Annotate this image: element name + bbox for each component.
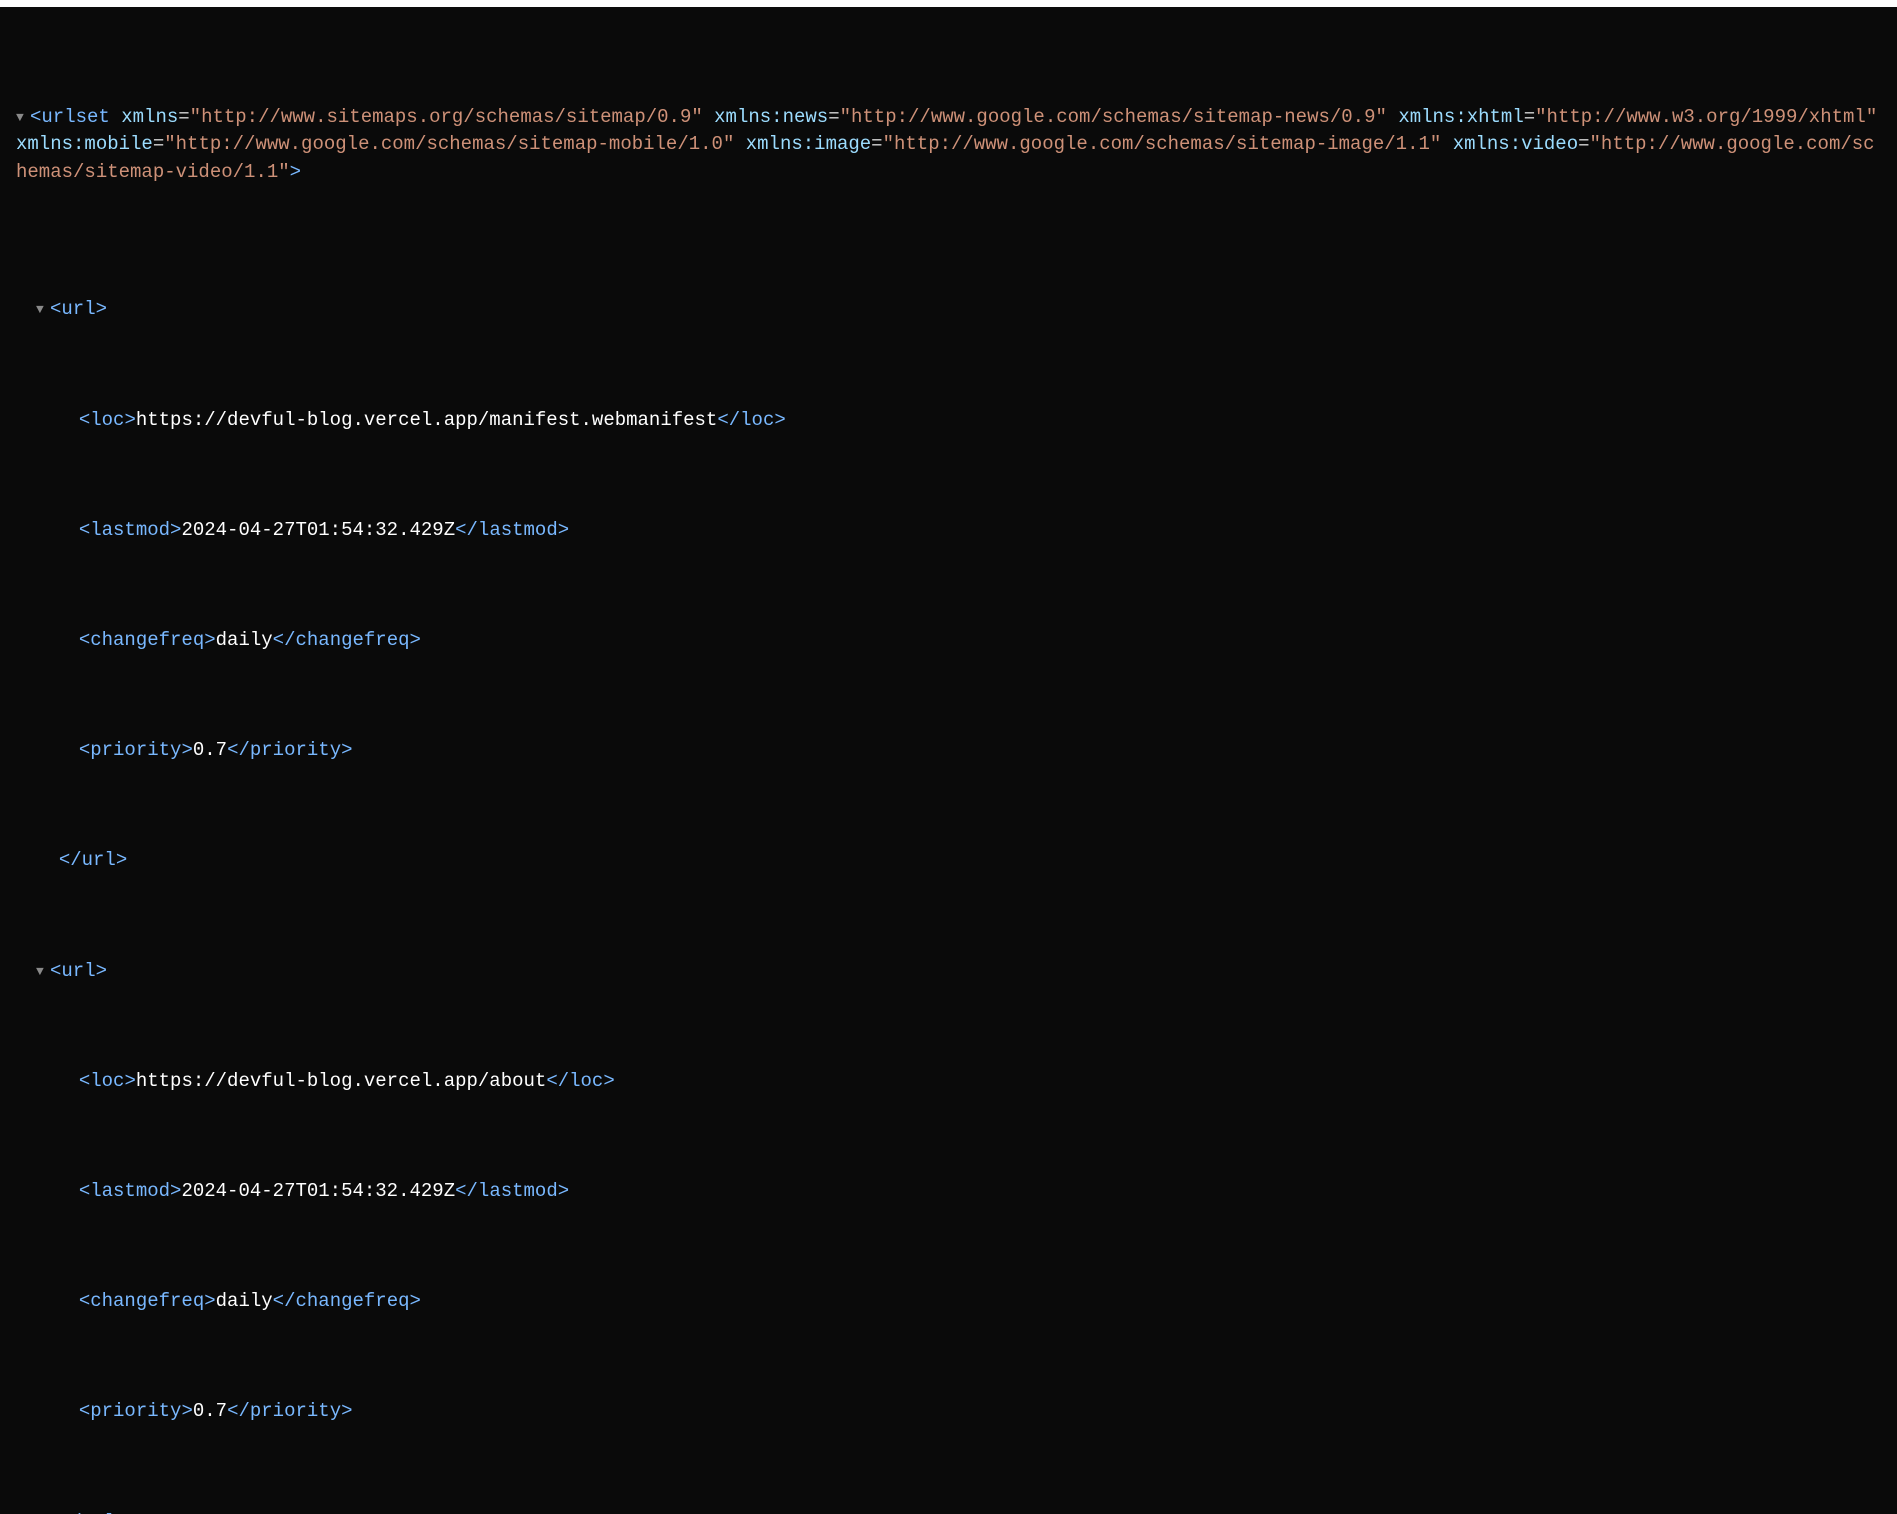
url-close-tag[interactable]: </url> bbox=[16, 1509, 1881, 1514]
tag-name: url bbox=[61, 298, 95, 320]
lastmod-element[interactable]: <lastmod>2024-04-27T01:54:32.429Z</lastm… bbox=[16, 517, 1881, 545]
window-top-edge bbox=[0, 0, 1897, 7]
root-open-tag[interactable]: ▼<urlset xmlns="http://www.sitemaps.org/… bbox=[16, 104, 1881, 187]
lastmod-value: 2024-04-27T01:54:32.429Z bbox=[181, 519, 455, 541]
changefreq-element[interactable]: <changefreq>daily</changefreq> bbox=[16, 627, 1881, 655]
lastmod-element[interactable]: <lastmod>2024-04-27T01:54:32.429Z</lastm… bbox=[16, 1178, 1881, 1206]
lastmod-value: 2024-04-27T01:54:32.429Z bbox=[181, 1180, 455, 1202]
priority-element[interactable]: <priority>0.7</priority> bbox=[16, 737, 1881, 765]
priority-value: 0.7 bbox=[193, 1400, 227, 1422]
loc-element[interactable]: <loc>https://devful-blog.vercel.app/abou… bbox=[16, 1068, 1881, 1096]
changefreq-element[interactable]: <changefreq>daily</changefreq> bbox=[16, 1288, 1881, 1316]
collapse-toggle-icon[interactable]: ▼ bbox=[36, 301, 50, 320]
url-open-tag[interactable]: ▼<url> bbox=[16, 296, 1881, 324]
tag-name: url bbox=[61, 960, 95, 982]
loc-value: https://devful-blog.vercel.app/manifest.… bbox=[136, 409, 718, 431]
collapse-toggle-icon[interactable]: ▼ bbox=[36, 963, 50, 982]
loc-element[interactable]: <loc>https://devful-blog.vercel.app/mani… bbox=[16, 407, 1881, 435]
url-open-tag[interactable]: ▼<url> bbox=[16, 958, 1881, 986]
changefreq-value: daily bbox=[216, 629, 273, 651]
priority-element[interactable]: <priority>0.7</priority> bbox=[16, 1398, 1881, 1426]
tag-name: urlset bbox=[41, 106, 109, 128]
priority-value: 0.7 bbox=[193, 739, 227, 761]
xml-tree-viewer: ▼<urlset xmlns="http://www.sitemaps.org/… bbox=[0, 7, 1897, 1514]
changefreq-value: daily bbox=[216, 1290, 273, 1312]
collapse-toggle-icon[interactable]: ▼ bbox=[16, 109, 30, 128]
url-close-tag[interactable]: </url> bbox=[16, 847, 1881, 875]
loc-value: https://devful-blog.vercel.app/about bbox=[136, 1070, 546, 1092]
